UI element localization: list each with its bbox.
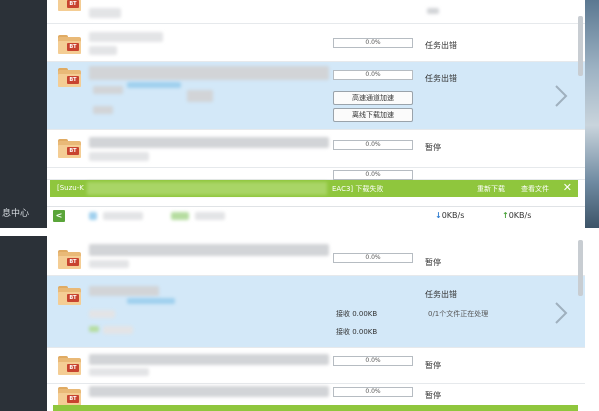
chevron-right-icon[interactable]	[554, 84, 568, 108]
info-redacted	[171, 212, 189, 220]
message-center-link[interactable]: 息中心	[2, 206, 29, 219]
upload-speed: ↑0KB/s	[502, 211, 532, 220]
scrollbar-thumb[interactable]	[578, 240, 583, 296]
received-bytes: 接收 0.00KB	[336, 328, 378, 336]
offline-download-button[interactable]: 离线下载加速	[333, 108, 413, 122]
download-failed-bar: [Suzu-K EAC3] 下载失败 重新下载 查看文件 ✕	[50, 180, 578, 197]
file-name-redacted	[89, 8, 121, 18]
status-text: 暂停	[425, 143, 441, 152]
window-edge	[585, 236, 599, 411]
sidebar	[0, 236, 47, 411]
progress-bar: 0.0%	[333, 170, 413, 180]
file-info-redacted	[93, 106, 113, 114]
download-row[interactable]: BT 0.0% 任务出错	[47, 24, 585, 62]
chevron-right-icon[interactable]	[554, 301, 568, 325]
file-size-redacted	[89, 152, 149, 161]
status-text: 暂停	[425, 361, 441, 370]
status-text: 任务出错	[425, 290, 457, 299]
status-text: 暂停	[425, 391, 441, 400]
progress-bar: 0.0%	[333, 38, 413, 48]
bt-folder-icon: BT	[58, 68, 81, 87]
high-speed-channel-button[interactable]: 高速通道加速	[333, 91, 413, 105]
sidebar: 息中心	[0, 0, 47, 228]
progress-bar: 0.0%	[333, 387, 413, 397]
info-redacted	[89, 212, 97, 220]
status-text: 任务出错	[425, 74, 457, 83]
file-processing-status: 0/1个文件正在处理	[428, 310, 489, 318]
progress-bar: 0.0%	[333, 70, 413, 80]
status-text: 任务出错	[425, 41, 457, 50]
download-panel-bottom: BT 0.0% 暂停 BT 任务出错 接收 0.00KB 接收 0.00KB 0…	[0, 236, 599, 411]
file-size-redacted	[89, 260, 129, 268]
progress-bar: 0.0%	[333, 253, 413, 263]
file-info-redacted	[187, 90, 213, 102]
file-name-redacted	[127, 82, 181, 88]
file-size-redacted	[89, 46, 117, 55]
download-row[interactable]: BT	[47, 0, 585, 24]
failed-file-name-redacted	[87, 182, 327, 195]
download-row-selected[interactable]: BT 任务出错 接收 0.00KB 接收 0.00KB 0/1个文件正在处理	[47, 276, 585, 348]
back-button[interactable]: <	[53, 210, 65, 222]
bottom-status-bar: < ↓0KB/s ↑0KB/s	[47, 206, 585, 224]
received-bytes: 接收 0.00KB	[336, 310, 378, 318]
close-icon[interactable]: ✕	[563, 181, 572, 194]
file-name-redacted	[89, 354, 329, 365]
file-name-redacted	[89, 386, 329, 397]
status-redacted	[427, 8, 439, 14]
bt-folder-icon: BT	[58, 0, 81, 11]
upload-arrow-icon: ↑	[502, 211, 509, 220]
download-row[interactable]: BT 0.0% 暂停	[47, 236, 585, 276]
file-name-redacted	[89, 32, 163, 42]
info-redacted	[195, 212, 225, 220]
download-row[interactable]: 0.0%	[47, 168, 585, 180]
progress-bar: 0.0%	[333, 140, 413, 150]
scrollbar-thumb[interactable]	[578, 16, 583, 76]
desktop-background	[585, 0, 599, 228]
bt-folder-icon: BT	[58, 387, 81, 406]
file-info-redacted	[89, 310, 115, 318]
info-redacted	[103, 212, 143, 220]
file-name-redacted	[89, 137, 329, 148]
bt-folder-icon: BT	[58, 35, 81, 54]
file-name-redacted	[89, 286, 159, 296]
file-info-redacted	[89, 326, 99, 332]
bt-folder-icon: BT	[58, 250, 81, 269]
bt-folder-icon: BT	[58, 139, 81, 158]
bt-folder-icon: BT	[58, 356, 81, 375]
progress-bar: 0.0%	[333, 356, 413, 366]
failed-file-name: [Suzu-K	[57, 184, 84, 192]
file-name-redacted	[127, 298, 175, 304]
download-arrow-icon: ↓	[435, 211, 442, 220]
file-info-redacted	[93, 86, 123, 94]
download-row-selected[interactable]: BT 0.0% 任务出错 高速通道加速 离线下载加速	[47, 62, 585, 130]
status-text: 暂停	[425, 258, 441, 267]
view-file-link[interactable]: 查看文件	[521, 184, 549, 194]
file-info-redacted	[103, 326, 133, 334]
failed-message: EAC3] 下载失败	[332, 185, 384, 193]
download-row[interactable]: BT 0.0% 暂停	[47, 130, 585, 168]
file-name-redacted	[89, 66, 329, 80]
redownload-link[interactable]: 重新下载	[477, 184, 505, 194]
file-size-redacted	[89, 368, 149, 376]
file-name-redacted	[89, 244, 329, 256]
notification-bar-edge	[53, 405, 578, 411]
download-speed: ↓0KB/s	[435, 211, 465, 220]
bt-folder-icon: BT	[58, 286, 81, 305]
download-row[interactable]: BT 0.0% 暂停	[47, 348, 585, 384]
download-panel-top: 息中心 BT BT 0.0% 任务出错 BT 0.0% 任务出错 高速通道加速 …	[0, 0, 599, 228]
